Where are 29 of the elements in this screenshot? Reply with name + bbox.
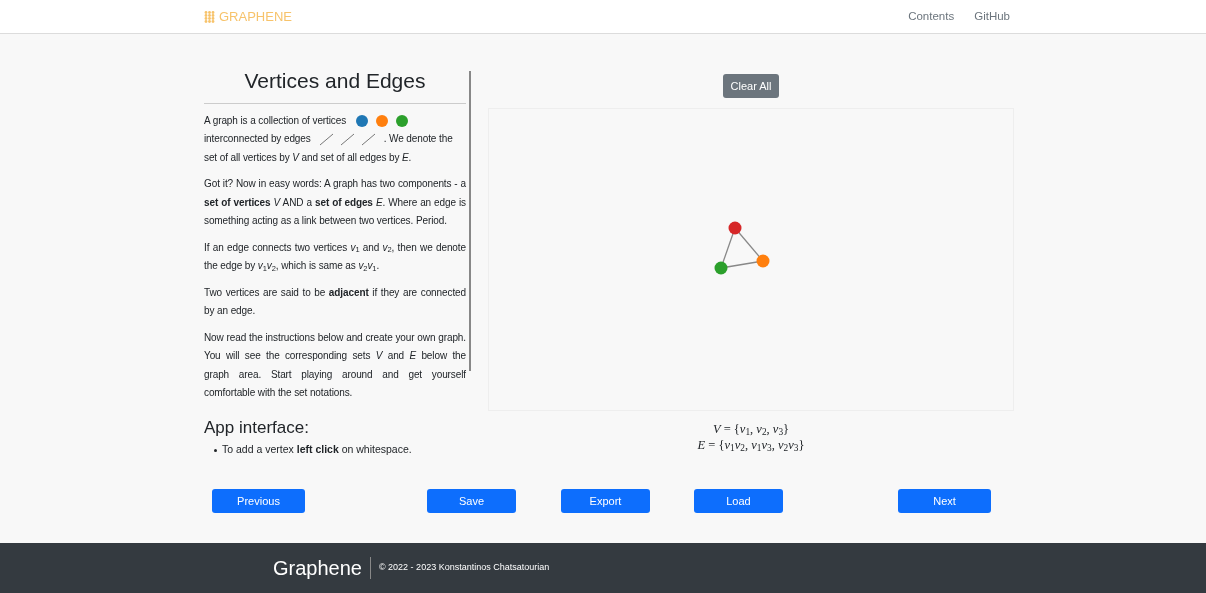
edge-icon (318, 132, 334, 146)
vertex-set-text: V = {v$_{1}$, v$_{2}$, v$_{3}$} (712, 421, 790, 437)
lesson-paragraph: Two vertices are said to be adjacent if they are connected by an edge. (204, 285, 466, 318)
nav-button[interactable]: Next (898, 489, 991, 513)
logo-icon (204, 10, 215, 23)
intro-text: . We denote the (383, 132, 453, 146)
graph-canvas[interactable] (488, 108, 1014, 411)
nav-button[interactable]: Load (694, 489, 783, 513)
copyright-text: © 2022 - 2023 Konstantinos Chatsatourian (378, 561, 550, 575)
footer-brand: Graphene (273, 556, 362, 581)
bullet-icon (214, 449, 217, 452)
nav-link[interactable]: Contents (908, 7, 955, 26)
nav-button[interactable]: Previous (212, 489, 305, 513)
section-heading: App interface: (204, 416, 310, 439)
intro-text: set of all vertices by V and set of all edges by E. (204, 151, 412, 163)
lesson-paragraph: If an edge connects two vertices v$_{1}$ and v$_{2}$, then we denote the edge by v$_{1}$v$_{2}$, which is same as v$_{2}$v$_{1}$. (204, 240, 466, 275)
nav-button[interactable]: Save (427, 489, 516, 513)
clear-all-button[interactable]: Clear All (722, 74, 780, 98)
lesson-title: Vertices and Edges (204, 65, 466, 104)
edge-set-text: E = {v$_{1}$v$_{2}$, v$_{1}$v$_{3}$, v$_{2}$v$_{3}$} (697, 437, 805, 453)
instruction-text: To add a vertex left click on whitespace. (222, 442, 412, 457)
lesson-paragraph: Got it? Now in easy words: A graph has two components - a set of vertices V AND a set of edges E. Where an edge is something acting as a link between two vertices. Period. (204, 177, 466, 228)
nav-link[interactable]: GitHub (974, 7, 1010, 26)
edge-icon (339, 132, 355, 146)
intro-text: interconnected by edges (204, 132, 311, 146)
lesson-paragraph: Now read the instructions below and create your own graph. You will see the corresponding sets V and E below the graph area. Start playing around and get yourself comfortable with the set notations. (204, 330, 466, 400)
nav-button[interactable]: Export (561, 489, 650, 513)
intro-text: A graph is a collection of vertices (204, 113, 347, 128)
edge-icon (360, 132, 376, 146)
